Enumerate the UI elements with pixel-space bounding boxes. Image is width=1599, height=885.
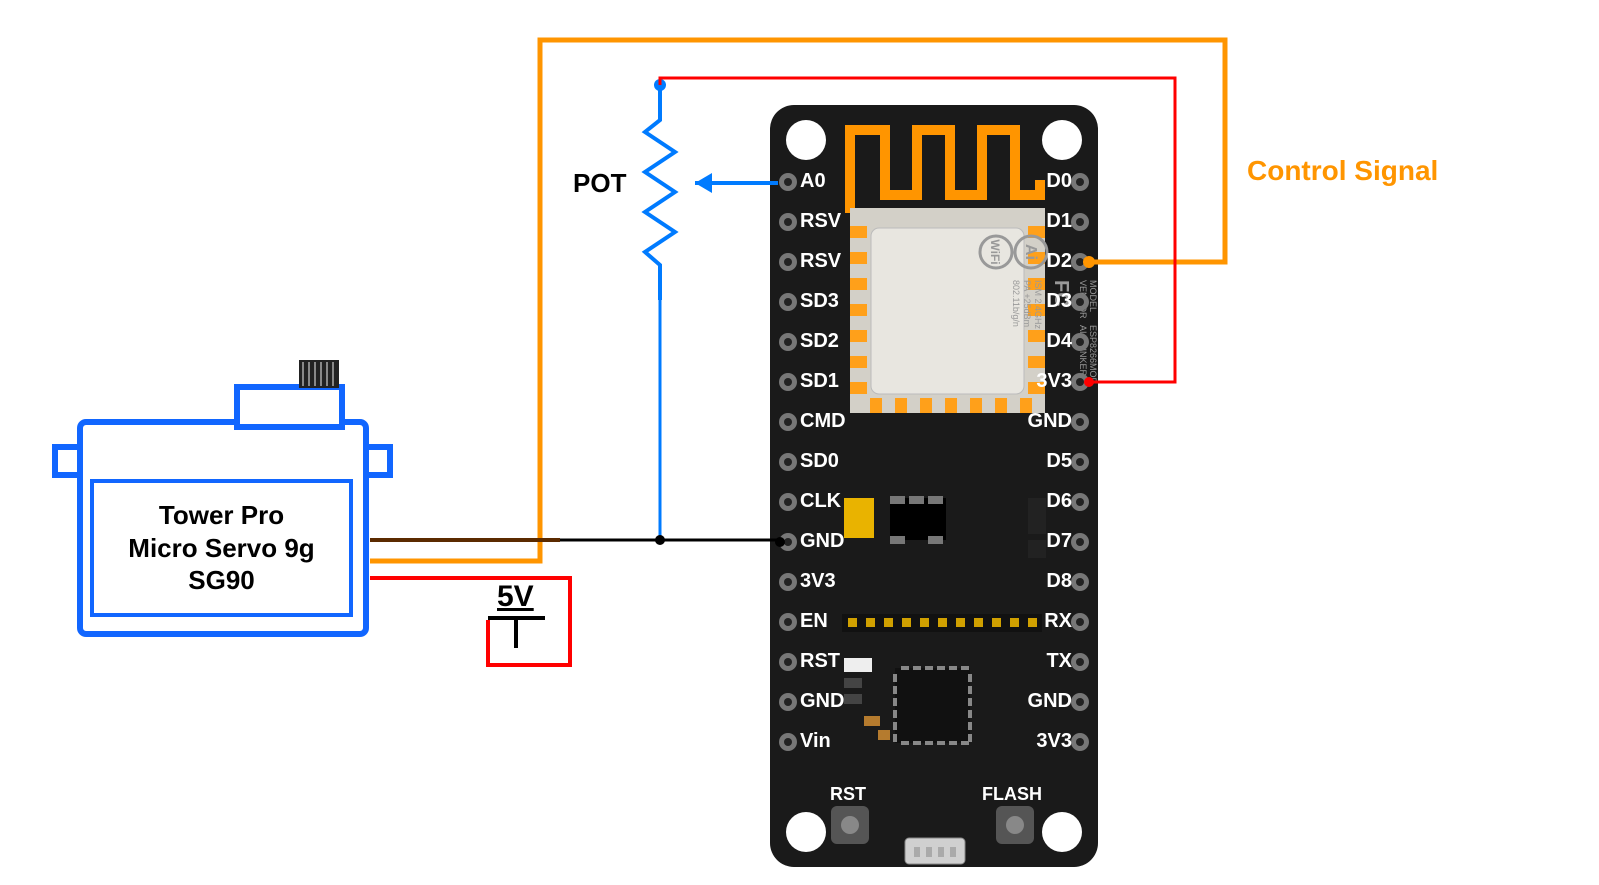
pin-r-2: D2	[1032, 250, 1072, 273]
pin-r-6: GND	[1020, 410, 1072, 433]
pin-l-13: GND	[800, 690, 844, 713]
pin-l-1: RSV	[800, 210, 841, 233]
pin-r-7: D5	[1032, 450, 1072, 473]
servo-label-box: Tower Pro Micro Servo 9g SG90	[90, 479, 353, 617]
mount-hole-tr	[1042, 120, 1082, 160]
pin-l-2: RSV	[800, 250, 841, 273]
wiring-diagram: Ai WiFi MODEL VENDOR ESP8266MOD AI-THINK…	[0, 0, 1599, 885]
pin-l-8: CLK	[800, 490, 841, 513]
pot-label: POT	[573, 168, 626, 199]
mount-hole-br	[1042, 812, 1082, 852]
tantalum-cap-icon	[844, 498, 874, 538]
pin-r-13: GND	[1020, 690, 1072, 713]
pin-r-11: RX	[1032, 610, 1072, 633]
wire-5v	[370, 578, 570, 665]
flash-label: FLASH	[982, 784, 1042, 805]
servo-model-line: Micro Servo 9g	[128, 532, 314, 565]
pin-l-3: SD3	[800, 290, 839, 313]
pin-r-8: D6	[1032, 490, 1072, 513]
pins-left	[779, 173, 797, 751]
pin-r-4: D4	[1032, 330, 1072, 353]
servo-part-number: SG90	[188, 564, 255, 597]
pin-l-0: A0	[800, 170, 826, 193]
pin-l-11: EN	[800, 610, 828, 633]
servo-top-block	[237, 387, 342, 427]
pot-body-icon	[645, 85, 675, 300]
pin-l-12: RST	[800, 650, 840, 673]
control-signal-label: Control Signal	[1247, 155, 1438, 187]
mount-hole-tl	[786, 120, 826, 160]
smd1	[844, 658, 872, 672]
pin-l-6: CMD	[800, 410, 846, 433]
pin-r-9: D7	[1032, 530, 1072, 553]
pin-l-9: GND	[800, 530, 844, 553]
svg-text:802.11b/g/n: 802.11b/g/n	[1011, 280, 1021, 327]
mcu-chip-icon	[895, 668, 970, 743]
pin-l-10: 3V3	[800, 570, 836, 593]
pin-r-10: D8	[1032, 570, 1072, 593]
rst-label: RST	[830, 784, 866, 805]
pin-l-7: SD0	[800, 450, 839, 473]
pin-r-3: D3	[1032, 290, 1072, 313]
vreg-icon	[890, 498, 946, 540]
svg-text:ESP8266MOD: ESP8266MOD	[1088, 325, 1098, 385]
svg-text:WiFi: WiFi	[988, 239, 1002, 264]
pin-l-14: Vin	[800, 730, 831, 753]
pin-r-14: 3V3	[1026, 730, 1072, 753]
five-volt-label: 5V	[497, 580, 534, 614]
pin-r-5: 3V3	[1026, 370, 1072, 393]
pin-l-5: SD1	[800, 370, 839, 393]
svg-text:PA +25dBm: PA +25dBm	[1022, 280, 1032, 327]
svg-text:MODEL: MODEL	[1088, 280, 1098, 312]
servo-brand: Tower Pro	[159, 499, 284, 532]
pin-r-0: D0	[1032, 170, 1072, 193]
pin-r-1: D1	[1032, 210, 1072, 233]
pin-l-4: SD2	[800, 330, 839, 353]
mount-hole-bl	[786, 812, 826, 852]
pin-r-12: TX	[1032, 650, 1072, 673]
